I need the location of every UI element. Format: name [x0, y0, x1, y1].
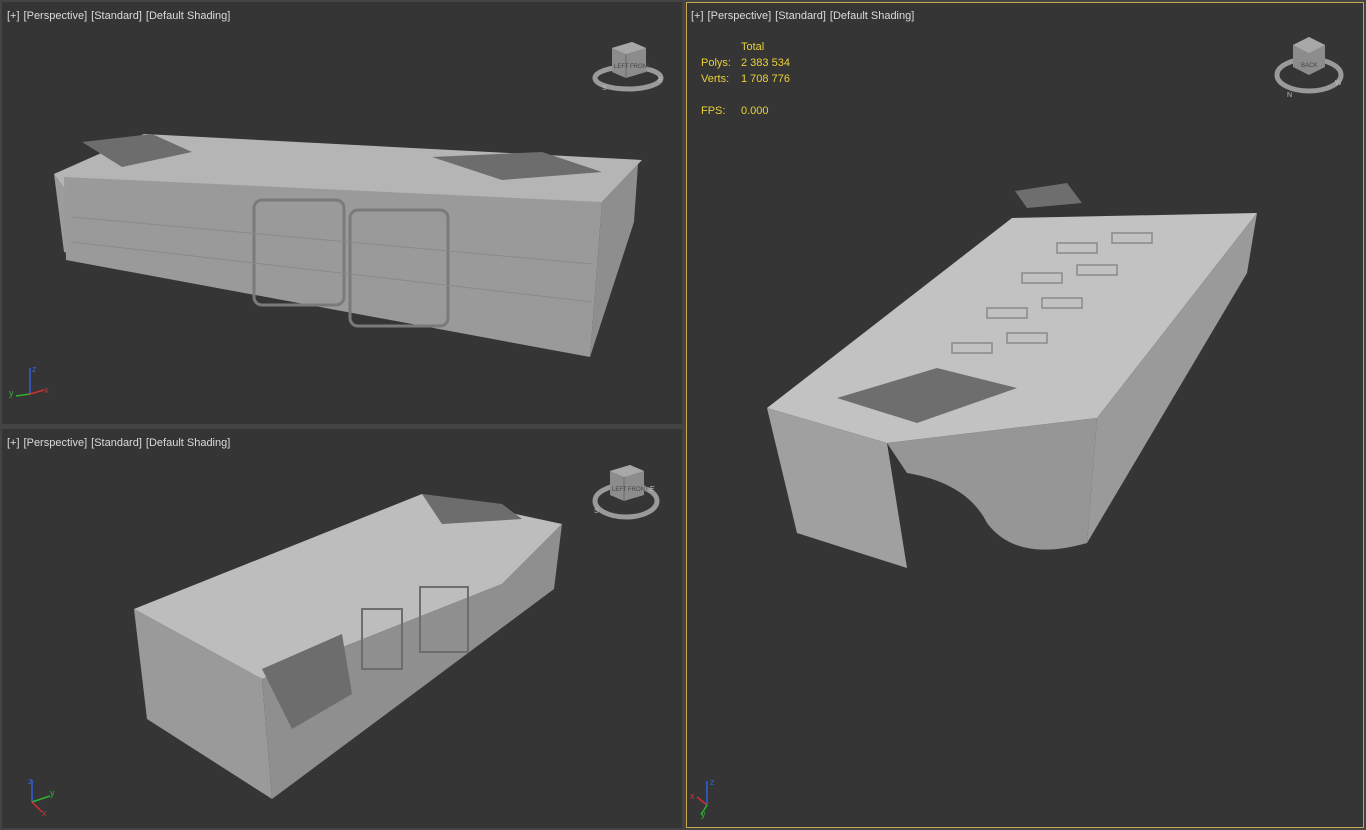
axis-y-label: y — [701, 809, 706, 819]
axis-x-label: x — [44, 385, 49, 395]
compass-label: E — [650, 486, 655, 493]
viewport-plus-menu[interactable]: [+] — [7, 437, 20, 449]
verts-label: Verts: — [701, 73, 730, 85]
axis-tripod: z x y — [9, 364, 49, 398]
axis-tripod: z x y — [690, 777, 715, 819]
viewport-label[interactable]: [+] [Perspective] [Standard] [Default Sh… — [7, 437, 230, 449]
axis-z-label: z — [710, 777, 715, 787]
viewcube-face-label: FRONT — [628, 487, 649, 493]
axis-y-label: y — [9, 388, 14, 398]
viewport-shading-menu[interactable]: [Default Shading] — [146, 10, 230, 22]
viewport-view-menu[interactable]: [Perspective] — [24, 10, 88, 22]
viewport-plus-menu[interactable]: [+] — [691, 10, 704, 22]
viewcube-face-label: FRONT — [630, 64, 651, 70]
viewport-view-menu[interactable]: [Perspective] — [708, 10, 772, 22]
model-scene-bottom-left — [134, 494, 562, 799]
viewcube[interactable]: BACK N W — [1273, 35, 1345, 101]
compass-label: N — [1287, 92, 1292, 99]
statistics-overlay: Total Polys: 2 383 534 Verts: 1 708 776 FP… — [701, 39, 790, 119]
fps-label: FPS: — [701, 105, 726, 117]
axis-x-label: x — [42, 808, 47, 818]
viewport-label[interactable]: [+] [Perspective] [Standard] [Default Sh… — [691, 10, 914, 22]
viewport-perspective-bottom-left[interactable]: [+] [Perspective] [Standard] [Default Sh… — [2, 429, 682, 828]
model-corner-panel — [1015, 183, 1082, 208]
viewport-label[interactable]: [+] [Perspective] [Standard] [Default Sh… — [7, 10, 230, 22]
compass-label: W — [1335, 80, 1342, 87]
compass-label: S — [602, 85, 607, 92]
model-scene-right — [767, 183, 1257, 568]
viewport-perspective-right[interactable]: [+] [Perspective] [Standard] [Default Sh… — [686, 2, 1364, 828]
polys-label: Polys: — [701, 57, 731, 69]
axis-z-label: z — [28, 776, 33, 786]
viewcube[interactable]: LEFT FRONT S E — [590, 461, 665, 523]
viewcube-face-label: LEFT — [614, 64, 629, 70]
axis-y-label: y — [50, 788, 55, 798]
viewport-mode-menu[interactable]: [Standard] — [91, 10, 142, 22]
viewport-plus-menu[interactable]: [+] — [7, 10, 20, 22]
model-front-face — [64, 177, 602, 357]
viewcube-face-label: BACK — [1301, 63, 1317, 69]
viewport-mode-menu[interactable]: [Standard] — [91, 437, 142, 449]
axis-x-label: x — [690, 791, 695, 801]
viewcube[interactable]: LEFT FRONT S E — [590, 38, 665, 96]
model-scene-top-left — [54, 134, 642, 357]
axis-z-label: z — [32, 364, 37, 374]
polys-value: 2 383 534 — [741, 57, 790, 69]
viewport-shading-menu[interactable]: [Default Shading] — [830, 10, 914, 22]
viewcube-face-label: LEFT — [612, 487, 627, 493]
compass-label: S — [594, 508, 599, 515]
axis-tripod: z y x — [28, 776, 55, 818]
stats-header: Total — [741, 41, 765, 53]
viewport-perspective-top-left[interactable]: [+] [Perspective] [Standard] [Default Sh… — [2, 2, 682, 424]
viewport-mode-menu[interactable]: [Standard] — [775, 10, 826, 22]
fps-value: 0.000 — [741, 105, 769, 117]
verts-value: 1 708 776 — [741, 73, 790, 85]
compass-label: E — [658, 77, 663, 84]
viewport-shading-menu[interactable]: [Default Shading] — [146, 437, 230, 449]
viewport-view-menu[interactable]: [Perspective] — [24, 437, 88, 449]
